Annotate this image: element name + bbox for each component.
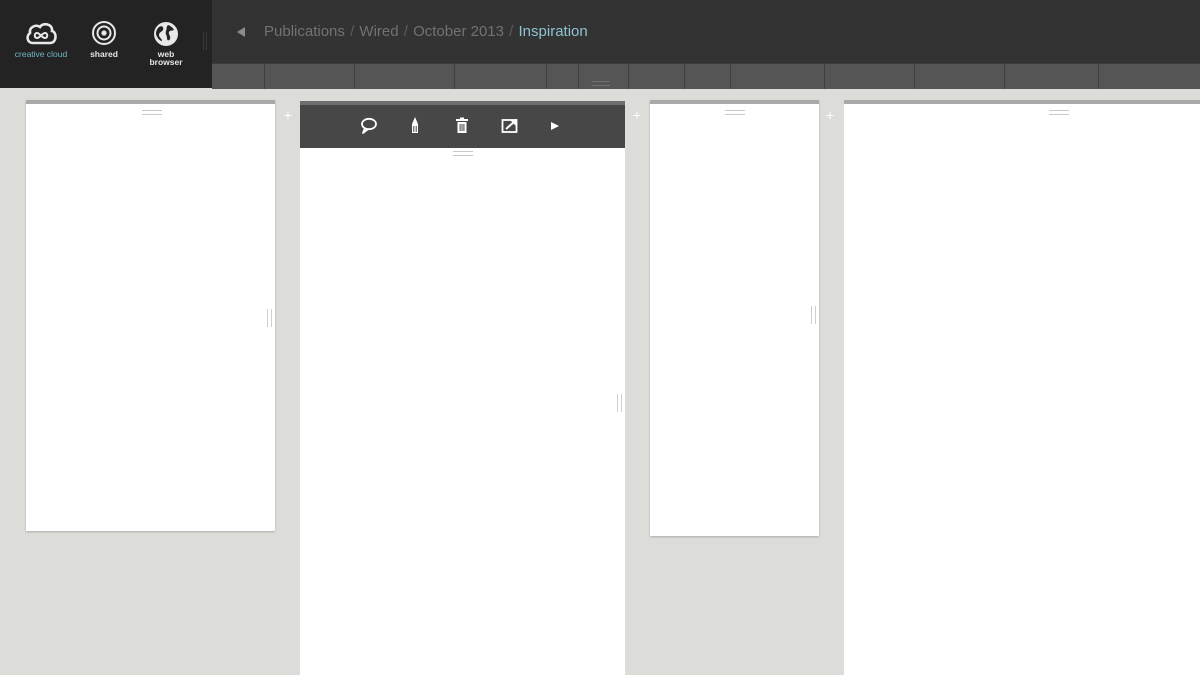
strip-divider	[730, 64, 731, 89]
pen-icon	[412, 117, 418, 133]
creative-cloud-button[interactable]: creative cloud	[11, 20, 71, 72]
breadcrumb-publications[interactable]: Publications	[264, 23, 345, 40]
pen-button[interactable]	[405, 116, 425, 136]
back-button[interactable]	[234, 24, 248, 40]
shared-button[interactable]: shared	[74, 20, 134, 72]
breadcrumb-separator: /	[509, 23, 514, 40]
strip-divider	[1004, 64, 1005, 89]
page-card-2-selected[interactable]	[300, 101, 625, 675]
creative-cloud-icon	[26, 22, 57, 45]
card-resize-handle[interactable]	[617, 394, 622, 412]
page-card-3[interactable]	[650, 100, 819, 536]
strip-divider	[914, 64, 915, 89]
web-browser-button[interactable]: web browser	[136, 20, 196, 72]
card-top-edge	[650, 100, 819, 104]
breadcrumb-separator: /	[403, 23, 408, 40]
play-button[interactable]	[545, 116, 565, 136]
card-drag-handle[interactable]	[453, 151, 473, 156]
globe-icon	[154, 22, 178, 46]
strip-divider	[264, 64, 265, 89]
add-page-button[interactable]: +	[631, 108, 643, 122]
card-top-edge	[26, 100, 275, 104]
breadcrumb: Publications / Wired / October 2013 / In…	[264, 22, 588, 42]
card-top-edge	[844, 100, 1200, 104]
web-browser-label: web browser	[149, 49, 183, 67]
page-card-1[interactable]	[26, 100, 275, 531]
shared-label: shared	[90, 49, 118, 59]
breadcrumb-separator: /	[350, 23, 355, 40]
breadcrumb-current: Inspiration	[518, 23, 588, 40]
launcher-divider	[203, 32, 207, 50]
card-drag-handle[interactable]	[142, 110, 162, 115]
strip-divider	[1098, 64, 1099, 89]
card-drag-handle[interactable]	[725, 110, 745, 115]
top-bar: creative cloud shared web browser Public…	[0, 0, 1200, 89]
comment-button[interactable]	[359, 116, 379, 136]
add-page-button[interactable]: +	[824, 108, 836, 122]
strip-divider	[824, 64, 825, 89]
comment-icon	[361, 117, 377, 134]
creative-cloud-label: creative cloud	[14, 49, 68, 59]
strip-divider	[546, 64, 547, 89]
strip-divider	[684, 64, 685, 89]
add-page-button[interactable]: +	[282, 108, 294, 122]
trash-icon	[456, 117, 468, 133]
page-thumbnail-strip[interactable]	[212, 63, 1200, 89]
strip-divider	[578, 64, 579, 89]
card-drag-handle[interactable]	[1049, 110, 1069, 115]
breadcrumb-wired[interactable]: Wired	[359, 23, 398, 40]
strip-divider	[454, 64, 455, 89]
breadcrumb-october-2013[interactable]: October 2013	[413, 23, 504, 40]
page-card-4[interactable]	[844, 100, 1200, 675]
card-toolbar	[300, 101, 625, 148]
delete-button[interactable]	[452, 116, 472, 136]
play-icon	[551, 122, 559, 130]
share-icon	[501, 119, 518, 133]
back-arrow-icon	[237, 27, 245, 37]
strip-divider	[354, 64, 355, 89]
card-resize-handle[interactable]	[267, 309, 272, 327]
strip-drag-handle[interactable]	[592, 81, 610, 86]
app-launcher: creative cloud shared web browser	[0, 0, 212, 88]
share-button[interactable]	[500, 116, 520, 136]
shared-icon	[92, 21, 116, 45]
strip-divider	[628, 64, 629, 89]
card-resize-handle[interactable]	[811, 306, 816, 324]
